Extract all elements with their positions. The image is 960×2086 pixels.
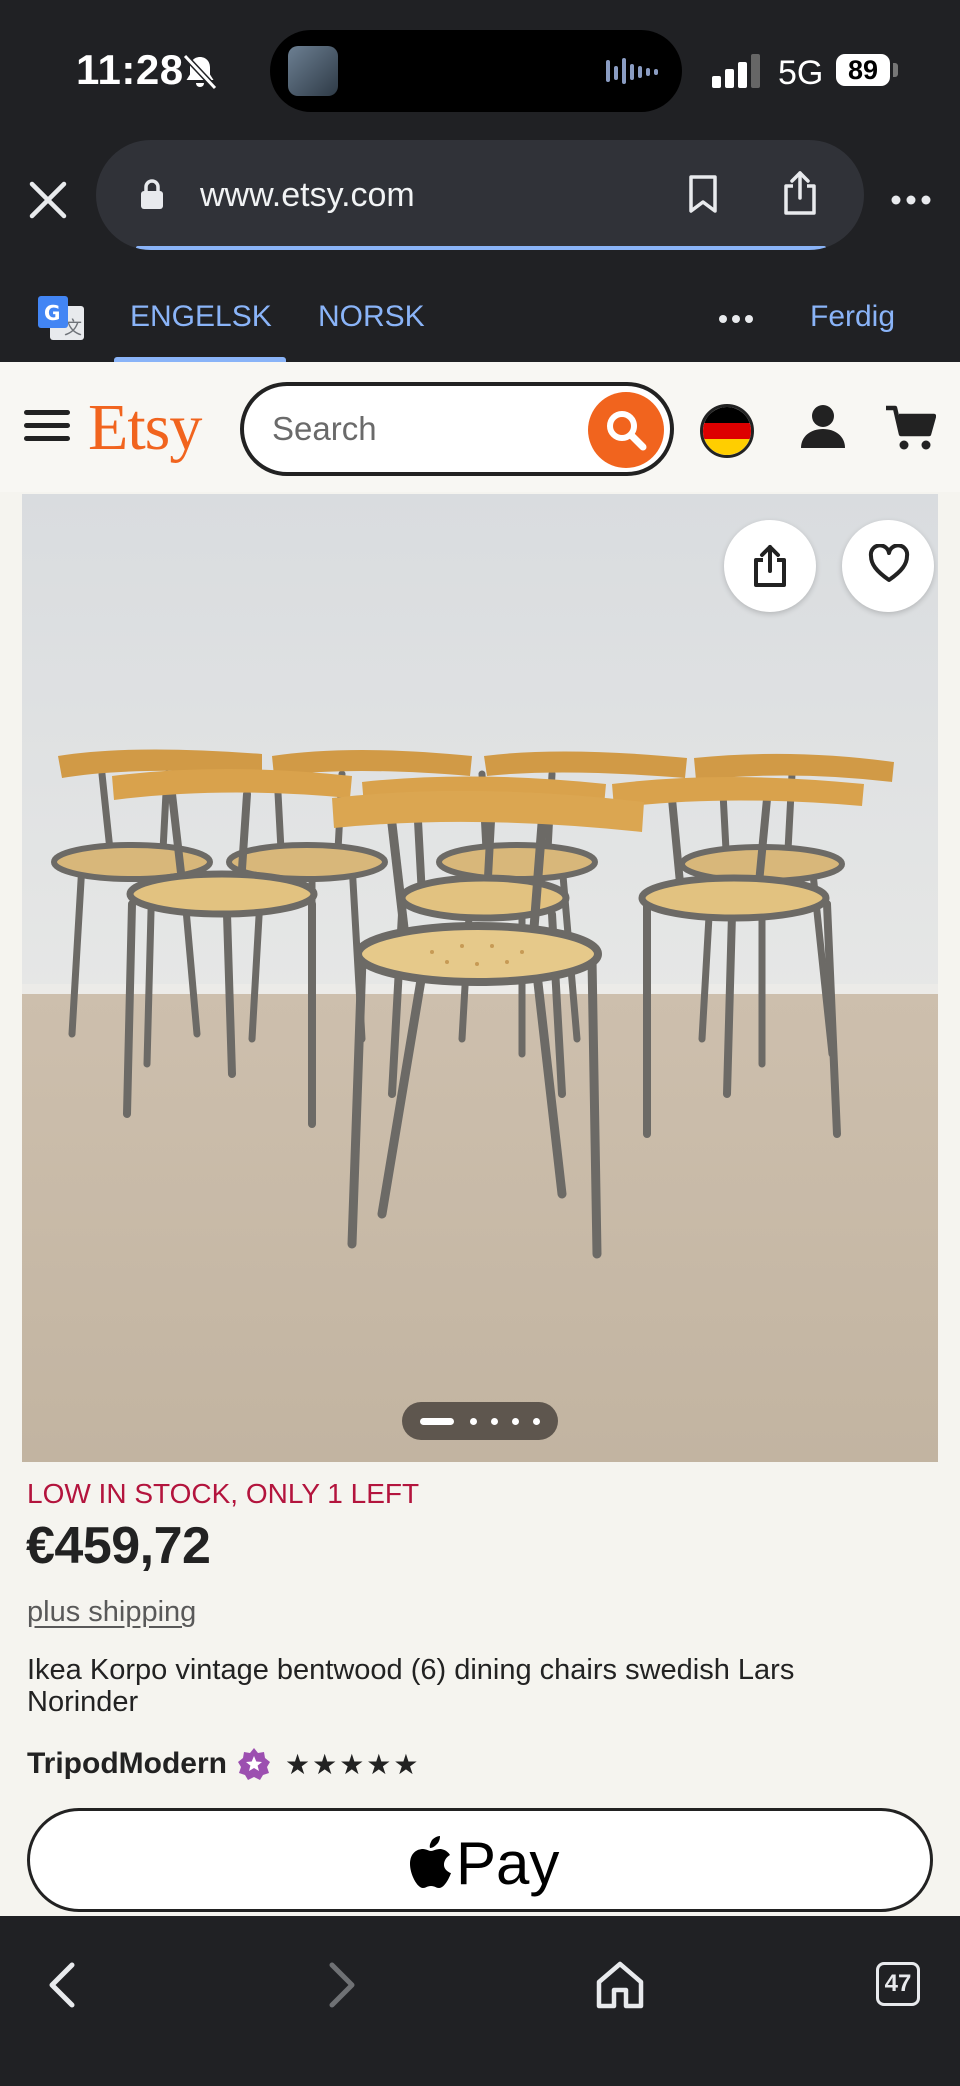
region-flag-germany[interactable] (700, 404, 754, 458)
product-price: €459,72 (26, 1517, 211, 1575)
carousel-dot (512, 1418, 519, 1425)
tab-norsk[interactable]: NORSK (318, 300, 425, 334)
heart-icon (868, 544, 910, 582)
dynamic-island (270, 30, 682, 112)
favorite-button[interactable] (842, 520, 934, 612)
shop-name-link[interactable]: TripodModern (27, 1747, 227, 1781)
home-icon[interactable] (594, 1960, 646, 2010)
forward-icon[interactable] (322, 1960, 362, 2010)
close-icon[interactable] (24, 176, 72, 224)
page-load-progress (136, 246, 826, 250)
apple-pay-button[interactable]: Pay (27, 1808, 933, 1912)
translate-more-icon[interactable] (718, 314, 754, 324)
rating-stars: ★★★★★ (284, 1748, 421, 1780)
shop-row: TripodModern ★★★★★ (27, 1744, 421, 1784)
tab-switcher-button[interactable]: 47 (876, 1962, 920, 2006)
url-text[interactable]: www.etsy.com (200, 176, 415, 215)
search-input[interactable] (272, 408, 552, 450)
more-options-icon[interactable] (890, 194, 932, 206)
done-button[interactable]: Ferdig (810, 300, 895, 334)
carousel-dot-active (420, 1418, 454, 1425)
silent-bell-icon (182, 53, 218, 91)
search-box (240, 382, 674, 476)
stock-warning: LOW IN STOCK, ONLY 1 LEFT (27, 1478, 420, 1509)
back-icon[interactable] (42, 1960, 82, 2010)
cellular-signal-icon (712, 54, 760, 88)
apple-logo-icon (410, 1836, 451, 1888)
share-icon (754, 545, 786, 587)
apple-pay-text: Pay (456, 1829, 560, 1897)
shipping-link[interactable]: plus shipping (27, 1596, 196, 1629)
svg-text:G: G (44, 301, 60, 325)
now-playing-thumbnail (288, 46, 338, 96)
carousel-dot (533, 1418, 540, 1425)
search-icon (607, 411, 647, 451)
cart-icon[interactable] (884, 402, 936, 452)
menu-icon[interactable] (24, 408, 70, 444)
status-time: 11:28 (76, 46, 184, 93)
tab-engelsk[interactable]: ENGELSK (130, 300, 272, 334)
image-carousel-indicator[interactable] (402, 1402, 558, 1440)
lock-icon (141, 179, 163, 209)
star-seller-badge-icon (237, 1748, 270, 1780)
translate-bar: 文 G ENGELSK NORSK Ferdig (0, 280, 960, 362)
carousel-dot (491, 1418, 498, 1425)
user-icon[interactable] (798, 402, 848, 452)
browser-url-area: www.etsy.com (0, 140, 960, 280)
apple-pay-label: Pay (406, 1829, 560, 1897)
audio-wave-icon (606, 58, 658, 84)
share-icon[interactable] (780, 170, 820, 216)
battery-tip (893, 63, 898, 77)
page: 11:28 5G 89 www.etsy.com 文 G ENGELSK NOR… (0, 0, 960, 2086)
chairs-photo (22, 494, 938, 1462)
etsy-logo[interactable]: Etsy (88, 390, 202, 466)
google-translate-icon[interactable]: 文 G (36, 294, 86, 344)
battery-level: 89 (836, 54, 890, 86)
share-button[interactable] (724, 520, 816, 612)
network-type: 5G (778, 54, 824, 92)
search-button[interactable] (588, 392, 664, 468)
bookmark-icon[interactable] (686, 174, 720, 214)
url-bar[interactable]: www.etsy.com (96, 140, 864, 250)
etsy-header: Etsy (0, 362, 960, 492)
carousel-dot (470, 1418, 477, 1425)
product-image[interactable] (22, 494, 938, 1462)
status-bar: 11:28 5G 89 (0, 0, 960, 140)
browser-bottom-toolbar: 47 (0, 1916, 960, 2086)
product-title: Ikea Korpo vintage bentwood (6) dining c… (27, 1654, 795, 1718)
